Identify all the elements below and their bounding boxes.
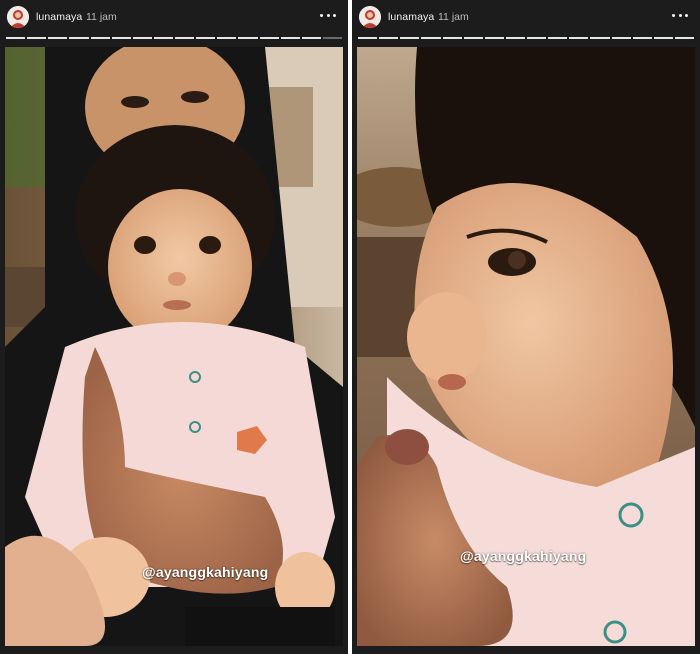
progress-segment — [484, 37, 504, 39]
progress-segment — [442, 37, 462, 39]
story-progress-bar — [6, 37, 342, 39]
story-username[interactable]: lunamaya — [388, 11, 434, 23]
progress-segment — [505, 37, 525, 39]
story-progress-bar — [358, 37, 694, 39]
progress-segment — [358, 37, 378, 39]
progress-segment — [322, 37, 342, 39]
progress-segment — [632, 37, 652, 39]
story-header: lunamaya 11 jam — [352, 0, 700, 36]
progress-segment — [590, 37, 610, 39]
progress-segment — [611, 37, 631, 39]
progress-segment — [69, 37, 89, 39]
story-timestamp: 11 jam — [86, 11, 117, 23]
progress-segment — [217, 37, 237, 39]
story-timestamp: 11 jam — [438, 11, 469, 23]
progress-segment — [175, 37, 195, 39]
progress-segment — [259, 37, 279, 39]
progress-segment — [48, 37, 68, 39]
more-options-icon[interactable] — [320, 8, 336, 22]
progress-segment — [111, 37, 131, 39]
progress-segment — [90, 37, 110, 39]
user-mention-sticker[interactable]: @ayanggkahiyang — [142, 564, 268, 580]
progress-segment — [379, 37, 399, 39]
avatar-icon — [359, 6, 381, 28]
progress-segment — [196, 37, 216, 39]
more-options-icon[interactable] — [672, 8, 688, 22]
story-panel-left: lunamaya 11 jam @ayanggkahiyang — [0, 0, 348, 654]
progress-segment — [27, 37, 47, 39]
progress-segment — [400, 37, 420, 39]
progress-segment — [653, 37, 673, 39]
progress-segment — [301, 37, 321, 39]
progress-segment — [569, 37, 589, 39]
progress-segment — [132, 37, 152, 39]
progress-segment — [463, 37, 483, 39]
progress-segment — [527, 37, 547, 39]
avatar[interactable] — [359, 6, 381, 28]
progress-segment — [238, 37, 258, 39]
progress-segment — [548, 37, 568, 39]
story-panel-right: lunamaya 11 jam @ayanggkahiyang — [352, 0, 700, 654]
story-photo — [5, 47, 343, 646]
story-username[interactable]: lunamaya — [36, 11, 82, 23]
progress-segment — [280, 37, 300, 39]
progress-segment — [153, 37, 173, 39]
avatar-icon — [7, 6, 29, 28]
progress-segment — [6, 37, 26, 39]
progress-segment — [674, 37, 694, 39]
story-header: lunamaya 11 jam — [0, 0, 348, 36]
avatar[interactable] — [7, 6, 29, 28]
user-mention-sticker[interactable]: @ayanggkahiyang — [460, 548, 586, 564]
progress-segment — [421, 37, 441, 39]
